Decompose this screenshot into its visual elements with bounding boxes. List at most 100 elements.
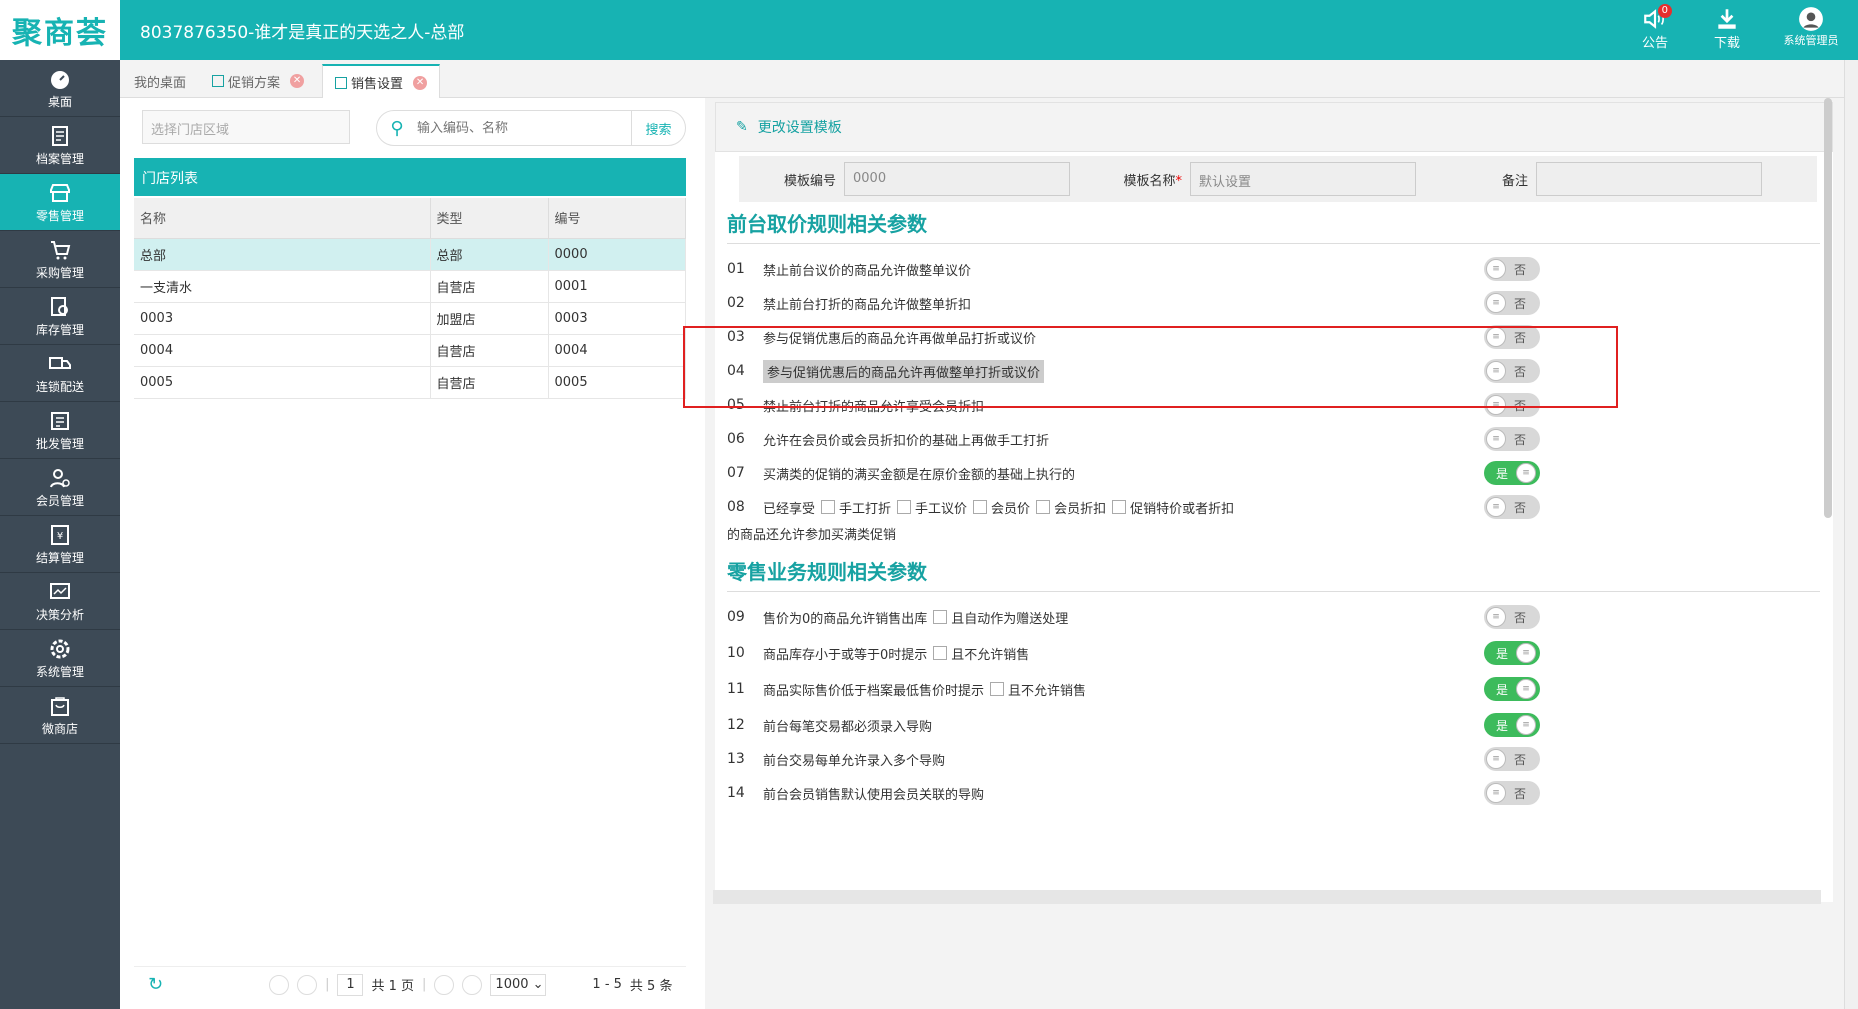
cell-name: 0005 — [134, 366, 431, 399]
param-toggle[interactable]: ≡ 否 — [1484, 495, 1540, 519]
sidebar-item-purchase[interactable]: 采购管理 — [0, 231, 120, 288]
toggle-knob: ≡ — [1486, 783, 1506, 803]
checkbox-block-sale[interactable] — [933, 646, 948, 660]
template-name-field[interactable]: 默认设置 — [1190, 162, 1416, 196]
param-toggle[interactable]: ≡ 否 — [1484, 427, 1540, 451]
param-toggle[interactable]: 是 ≡ — [1484, 677, 1540, 701]
cell-name: 0003 — [134, 302, 431, 335]
sidebar-item-desktop[interactable]: 桌面 — [0, 60, 120, 117]
toggle-knob: ≡ — [1486, 607, 1506, 627]
param-row-13: 13 前台交易每单允许录入多个导购 ≡ 否 — [727, 744, 1827, 774]
sidebar-item-analysis[interactable]: 决策分析 — [0, 573, 120, 630]
toggle-knob: ≡ — [1486, 497, 1506, 517]
sidebar-item-wholesale[interactable]: 批发管理 — [0, 402, 120, 459]
sidebar-item-archive[interactable]: 档案管理 — [0, 117, 120, 174]
option-label: 会员价 — [991, 501, 1031, 517]
param-toggle[interactable]: 是 ≡ — [1484, 713, 1540, 737]
param-toggle[interactable]: ≡ 否 — [1484, 291, 1540, 315]
checkbox-manual-discount[interactable] — [821, 500, 836, 514]
sidebar-item-mini-shop[interactable]: 微商店 — [0, 687, 120, 744]
col-name[interactable]: 名称 — [134, 198, 431, 239]
store-panel: 选择门店区域 ⚲ 搜索 门店列表 名称 类型 编号 总部总部0000 一支清水自… — [120, 98, 705, 1009]
checkbox-member-discount[interactable] — [1036, 500, 1051, 514]
horizontal-scrollbar[interactable] — [713, 890, 1821, 904]
announce-badge: 0 — [1657, 4, 1672, 18]
pager: ↻ | 1 共 1 页 | 1000 ⌄ 1 - 5 共 5 条 — [134, 966, 686, 1002]
param-row-02: 02 禁止前台打折的商品允许做整单折扣 ≡ 否 — [727, 288, 1827, 318]
param-row-06: 06 允许在会员价或会员折扣价的基础上再做手工打折 ≡ 否 — [727, 424, 1827, 454]
checkbox-member-price[interactable] — [973, 500, 988, 514]
page-input[interactable]: 1 — [337, 973, 364, 996]
announce-button[interactable]: 0 公告 — [1632, 4, 1678, 51]
sidebar-item-settlement[interactable]: ¥ 结算管理 — [0, 516, 120, 573]
template-code-field[interactable]: 0000 — [844, 162, 1070, 196]
toggle-state: 是 — [1496, 466, 1509, 481]
param-toggle[interactable]: ≡ 否 — [1484, 747, 1540, 771]
user-label: 系统管理员 — [1783, 34, 1839, 47]
sidebar-item-delivery[interactable]: 连锁配送 — [0, 345, 120, 402]
purchase-icon — [51, 240, 71, 259]
param-toggle[interactable]: 是 ≡ — [1484, 641, 1540, 665]
option-label: 促销特价或者折扣 — [1130, 501, 1235, 517]
param-text: 已经享受 — [763, 501, 816, 517]
col-code[interactable]: 编号 — [548, 198, 686, 239]
param-text: 商品实际售价低于档案最低售价时提示 — [763, 683, 985, 699]
last-page-button[interactable] — [462, 974, 483, 995]
param-toggle[interactable]: ≡ 否 — [1484, 257, 1540, 281]
sidebar-item-inventory[interactable]: 库存管理 — [0, 288, 120, 345]
next-page-button[interactable] — [434, 974, 455, 995]
table-row[interactable]: 0003 加盟店 0003 — [134, 302, 686, 335]
close-icon[interactable]: ✕ — [413, 75, 428, 90]
checkbox-promo-price[interactable] — [1112, 500, 1127, 514]
tab-promotion[interactable]: 促销方案 ✕ — [200, 64, 316, 98]
table-row[interactable]: 一支清水 自营店 0001 — [134, 270, 686, 303]
search-input[interactable] — [417, 120, 631, 136]
table-row[interactable]: 0005 自营店 0005 — [134, 366, 686, 399]
toggle-state: 否 — [1514, 432, 1527, 447]
col-type[interactable]: 类型 — [430, 198, 549, 239]
edit-template-link[interactable]: 更改设置模板 — [758, 117, 842, 137]
param-toggle[interactable]: ≡ 否 — [1484, 781, 1540, 805]
sidebar-item-retail[interactable]: 零售管理 — [0, 174, 120, 231]
user-menu[interactable]: 系统管理员 — [1776, 6, 1846, 51]
checkbox-manual-bargain[interactable] — [897, 500, 912, 514]
tab-sales-settings[interactable]: 销售设置 ✕ — [322, 64, 441, 99]
toggle-state: 否 — [1514, 752, 1527, 767]
sidebar-item-member[interactable]: 会员管理 — [0, 459, 120, 516]
page-size-select[interactable]: 1000 ⌄ — [490, 973, 547, 996]
store-area-select[interactable]: 选择门店区域 — [142, 110, 350, 144]
toggle-knob: ≡ — [1486, 259, 1506, 279]
inventory-icon — [51, 296, 68, 316]
search-button[interactable]: 搜索 — [631, 111, 685, 145]
param-row-08-cont: 的商品还允许参加买满类促销 — [727, 518, 1827, 548]
download-button[interactable]: 下载 — [1704, 6, 1750, 51]
param-toggle[interactable]: ≡ 否 — [1484, 605, 1540, 629]
param-number: 09 — [727, 609, 745, 625]
settings-scrollbar[interactable] — [1824, 98, 1832, 518]
settings-body: 模板编号 0000 模板名称* 默认设置 备注 前台取价规则相关参数 01 禁止… — [715, 152, 1833, 902]
checkbox-block-sale-low[interactable] — [990, 682, 1005, 696]
prev-page-button[interactable] — [297, 974, 318, 995]
param-row-10: 10 商品库存小于或等于0时提示 且不允许销售 是 ≡ — [727, 638, 1827, 668]
toggle-state: 否 — [1514, 262, 1527, 277]
app-logo[interactable]: 聚商荟 — [0, 0, 120, 60]
tab-my-desktop[interactable]: 我的桌面 — [122, 64, 198, 98]
page-size-value: 1000 — [495, 976, 529, 992]
param-text: 允许在会员价或会员折扣价的基础上再做手工打折 — [763, 433, 1050, 449]
checkbox-auto-gift[interactable] — [933, 610, 948, 624]
cell-code: 0005 — [548, 366, 686, 399]
close-icon[interactable]: ✕ — [290, 74, 305, 88]
option-label: 且不允许销售 — [1008, 683, 1087, 699]
option-label: 会员折扣 — [1054, 501, 1107, 517]
param-row-12: 12 前台每笔交易都必须录入导购 是 ≡ — [727, 710, 1827, 740]
toggle-state: 否 — [1514, 610, 1527, 625]
first-page-button[interactable] — [269, 974, 290, 995]
settlement-icon: ¥ — [51, 524, 69, 545]
sidebar-item-system[interactable]: 系统管理 — [0, 630, 120, 687]
table-row[interactable]: 0004 自营店 0004 — [134, 334, 686, 367]
table-row[interactable]: 总部 总部 0000 — [134, 238, 686, 271]
refresh-icon[interactable]: ↻ — [148, 974, 163, 995]
page-scrollbar[interactable] — [1844, 60, 1858, 1009]
remark-field[interactable] — [1536, 162, 1762, 196]
param-toggle[interactable]: 是 ≡ — [1484, 461, 1540, 485]
